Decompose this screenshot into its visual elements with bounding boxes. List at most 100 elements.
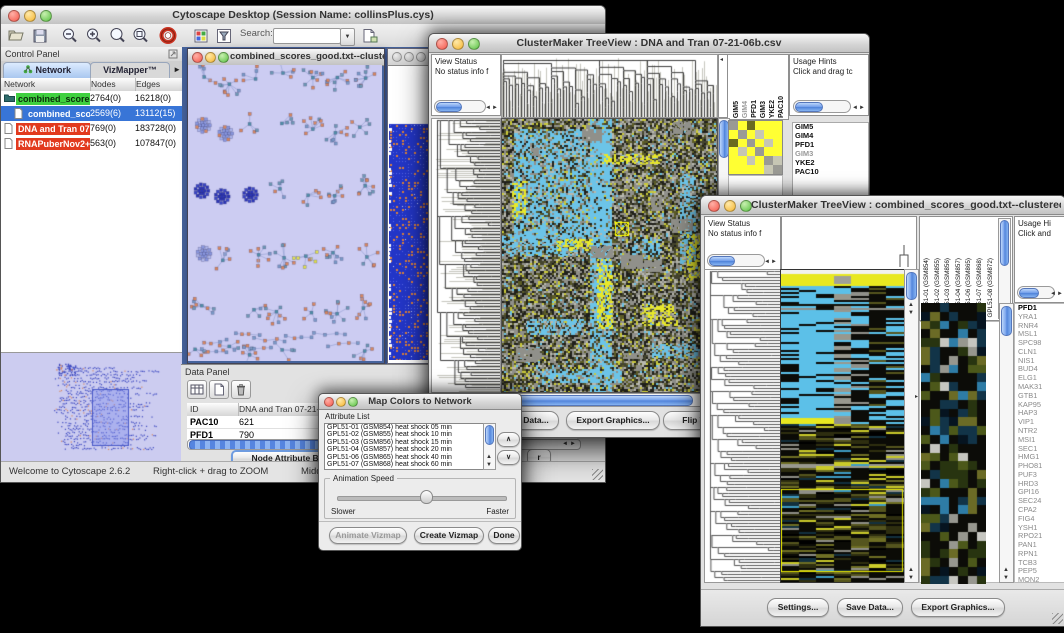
pane-divider-icon[interactable]: ▸ bbox=[915, 394, 918, 400]
zoom-in-icon[interactable] bbox=[84, 26, 104, 45]
scroll-thumb[interactable] bbox=[1001, 306, 1012, 336]
gene-label[interactable]: PAC10 bbox=[795, 168, 868, 177]
matrix-cell[interactable] bbox=[764, 130, 773, 139]
attribute-list-item[interactable]: GPL51-06 (GSM865) heat shock 40 min bbox=[325, 454, 483, 461]
matrix-cell[interactable] bbox=[729, 130, 738, 139]
scroll-left-icon[interactable]: ◄ bbox=[1050, 291, 1056, 297]
scroll-up-icon[interactable]: ▲ bbox=[486, 454, 492, 460]
matrix-cell[interactable] bbox=[773, 130, 782, 139]
matrix-cell[interactable] bbox=[755, 156, 764, 165]
scroll-down-icon[interactable]: ▼ bbox=[1003, 575, 1009, 581]
matrix-cell[interactable] bbox=[773, 156, 782, 165]
matrix-cell[interactable] bbox=[755, 121, 764, 130]
minimize-icon[interactable] bbox=[404, 52, 414, 62]
matrix-cell[interactable] bbox=[755, 147, 764, 156]
tv2-settings-button[interactable]: Settings... bbox=[767, 598, 829, 617]
matrix-cell[interactable] bbox=[729, 147, 738, 156]
move-down-button[interactable]: ∨ bbox=[497, 450, 520, 465]
array-label[interactable]: GIM3 bbox=[759, 101, 768, 118]
matrix-cell[interactable] bbox=[755, 130, 764, 139]
scroll-thumb[interactable] bbox=[436, 102, 462, 112]
matrix-cell[interactable] bbox=[764, 147, 773, 156]
matrix-cell[interactable] bbox=[738, 139, 747, 148]
attribute-table-icon[interactable] bbox=[187, 380, 207, 399]
network-tree-row[interactable]: combined_sco2569(6)13112(15) bbox=[1, 106, 182, 121]
help-lifering-icon[interactable] bbox=[158, 26, 178, 45]
zoom-out-icon[interactable] bbox=[60, 26, 80, 45]
delete-attribute-trash-icon[interactable] bbox=[231, 380, 251, 399]
tv2-gene-labels[interactable]: PFD1YRA1RNR4MSL1SPC98CLN1NIS1BUD4ELG1MAK… bbox=[1014, 303, 1064, 583]
search-input[interactable] bbox=[273, 28, 341, 44]
new-attribute-icon[interactable] bbox=[209, 380, 229, 399]
tv1-titlebar[interactable]: ClusterMaker TreeView : DNA and Tran 07-… bbox=[429, 34, 869, 53]
network-tree-row[interactable]: DNA and Tran 07769(0)183728(0) bbox=[1, 121, 182, 136]
tv2-gene-scrollbar[interactable]: ▲ ▼ bbox=[999, 303, 1014, 583]
scroll-right-icon[interactable]: ► bbox=[1057, 291, 1063, 297]
tv1-status-scrollbar[interactable] bbox=[434, 100, 486, 113]
minimize-button[interactable] bbox=[724, 200, 736, 212]
matrix-cell[interactable] bbox=[738, 121, 747, 130]
matrix-cell[interactable] bbox=[764, 165, 773, 174]
zoom-button[interactable] bbox=[218, 52, 229, 63]
tv2-status-scrollbar[interactable] bbox=[707, 254, 765, 267]
scroll-down-icon[interactable]: ▼ bbox=[908, 575, 914, 581]
gene-label[interactable]: MON2 bbox=[1018, 576, 1064, 583]
matrix-cell[interactable] bbox=[747, 165, 756, 174]
scroll-left-icon[interactable]: ◄ bbox=[764, 259, 770, 265]
matrix-cell[interactable] bbox=[755, 139, 764, 148]
scroll-up-icon[interactable]: ▲ bbox=[908, 302, 914, 308]
network-window-titlebar[interactable]: combined_scores_good.txt--cluste... bbox=[188, 49, 384, 66]
array-label[interactable]: PAC10 bbox=[777, 96, 786, 118]
search-dropdown-button[interactable]: ▼ bbox=[340, 28, 355, 46]
attribute-list-item[interactable]: GPL51-04 (GSM857) heat shock 20 min bbox=[325, 446, 483, 453]
scroll-thumb[interactable] bbox=[485, 425, 494, 445]
array-label[interactable]: PFD1 bbox=[750, 100, 759, 118]
animate-vizmap-button[interactable]: Animate Vizmap bbox=[329, 527, 407, 544]
attribute-list-scrollbar[interactable]: ▲ ▼ bbox=[483, 423, 496, 470]
done-button[interactable]: Done bbox=[488, 527, 520, 544]
matrix-cell[interactable] bbox=[747, 139, 756, 148]
matrix-cell[interactable] bbox=[729, 139, 738, 148]
attribute-list-item[interactable]: GPL51-01 (GSM854) heat shock 05 min bbox=[325, 424, 483, 431]
tv1-row-dendrogram-canvas[interactable] bbox=[431, 118, 501, 393]
tv2-titlebar[interactable]: ClusterMaker TreeView : combined_scores_… bbox=[701, 196, 1064, 215]
zoom-selected-icon[interactable] bbox=[131, 26, 151, 45]
tab-overflow-icon[interactable]: ► bbox=[173, 65, 181, 74]
matrix-cell[interactable] bbox=[738, 165, 747, 174]
scroll-thumb[interactable] bbox=[795, 102, 823, 112]
scroll-thumb[interactable] bbox=[709, 256, 735, 266]
tab-vizmapper[interactable]: VizMapper™ bbox=[90, 62, 170, 78]
close-button[interactable] bbox=[192, 52, 203, 63]
float-panel-icon[interactable] bbox=[168, 49, 178, 59]
scroll-right-icon[interactable]: ► bbox=[492, 105, 498, 111]
attribute-list-item[interactable]: GPL51-03 (GSM856) heat shock 15 min bbox=[325, 439, 483, 446]
annotation-doc-icon[interactable] bbox=[359, 26, 379, 45]
save-icon[interactable] bbox=[30, 26, 50, 45]
tv2-column-dendrogram[interactable] bbox=[781, 216, 917, 271]
tv2-export-graphics-button[interactable]: Export Graphics... bbox=[911, 598, 1005, 617]
scroll-left-icon[interactable]: ◄ bbox=[562, 441, 568, 447]
speed-slider-thumb[interactable] bbox=[420, 490, 433, 504]
col-header-edges[interactable]: Edges bbox=[133, 78, 182, 91]
minimize-button[interactable] bbox=[205, 52, 216, 63]
tv1-zoom-matrix[interactable] bbox=[728, 120, 783, 175]
birdseye-canvas[interactable] bbox=[4, 357, 178, 457]
array-label[interactable]: YKE2 bbox=[768, 100, 777, 118]
array-label[interactable]: GPL51-08 (GSM872) bbox=[986, 258, 995, 318]
tv1-column-dendrogram-canvas[interactable] bbox=[501, 54, 718, 118]
scroll-right-icon[interactable]: ► bbox=[771, 259, 777, 265]
tv2-global-heatmap-canvas[interactable] bbox=[780, 269, 905, 583]
attribute-list-item[interactable]: GPL51-07 (GSM868) heat shock 60 min bbox=[325, 461, 483, 468]
matrix-cell[interactable] bbox=[773, 139, 782, 148]
network-tree-row[interactable]: RNAPuberNov2+563(0)107847(0) bbox=[1, 136, 182, 151]
vizmapper-palette-icon[interactable] bbox=[191, 26, 211, 45]
matrix-cell[interactable] bbox=[738, 147, 747, 156]
close-button[interactable] bbox=[708, 200, 720, 212]
dialog-titlebar[interactable]: Map Colors to Network bbox=[319, 394, 521, 410]
array-label[interactable]: GIM5 bbox=[732, 101, 741, 118]
matrix-cell[interactable] bbox=[764, 121, 773, 130]
zoom-icon[interactable] bbox=[416, 52, 426, 62]
attribute-list[interactable]: GPL51-01 (GSM854) heat shock 05 min GPL51… bbox=[324, 423, 484, 470]
scroll-down-icon[interactable]: ▼ bbox=[486, 462, 492, 468]
network-tree-list[interactable]: combined_scores2764(0)16218(0)combined_s… bbox=[1, 91, 182, 353]
